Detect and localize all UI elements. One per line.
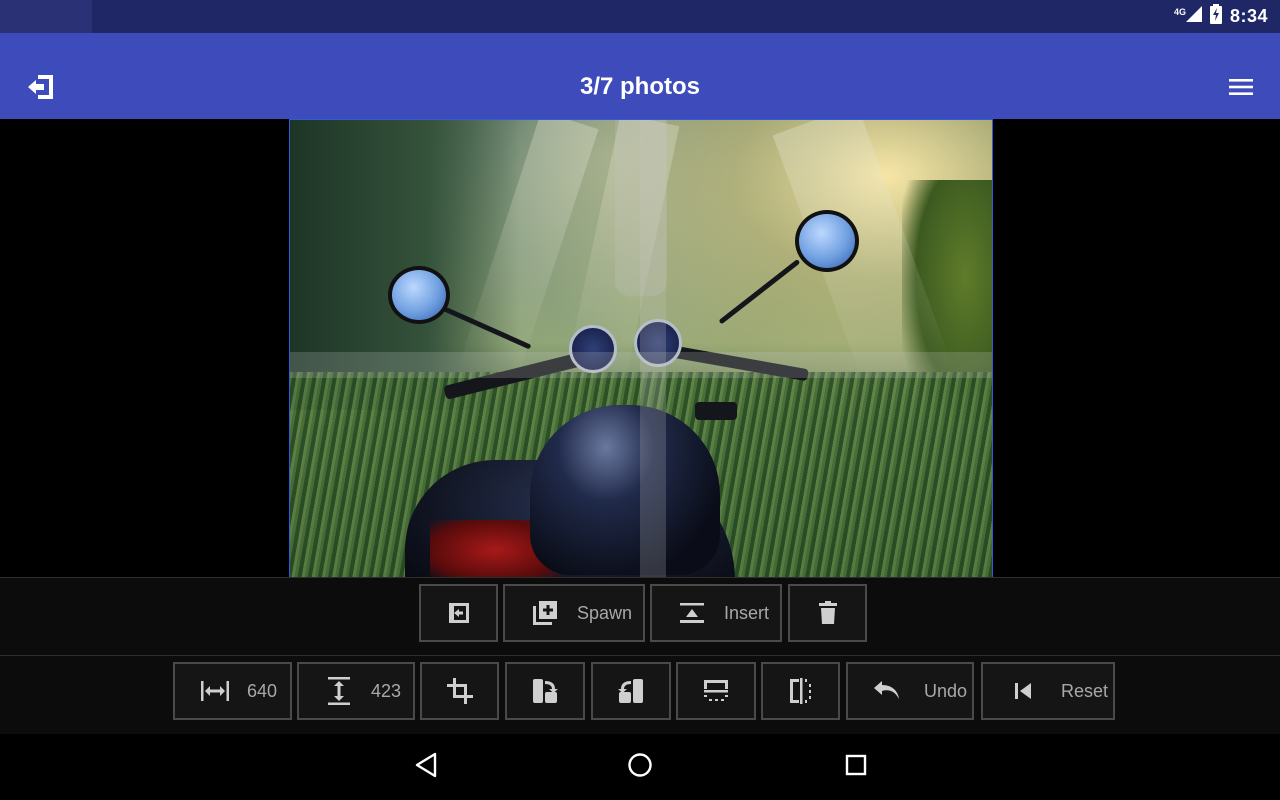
crop-button[interactable] xyxy=(420,662,499,720)
reset-label: Reset xyxy=(1061,680,1109,701)
network-type-label: 4G xyxy=(1173,6,1186,17)
height-value: 423 xyxy=(371,680,402,701)
reset-button[interactable]: Reset xyxy=(981,662,1115,720)
undo-icon xyxy=(870,673,906,709)
rotate-left-button[interactable] xyxy=(505,662,585,720)
toolbar-top: Spawn Insert xyxy=(0,577,1280,655)
crop-icon xyxy=(442,673,478,709)
mirror-right xyxy=(795,210,859,272)
spawn-label: Spawn xyxy=(577,602,633,623)
status-icons: 4G 8:34 xyxy=(1174,0,1268,33)
insert-button[interactable]: Insert xyxy=(650,584,782,642)
back-nav-icon xyxy=(414,752,438,783)
flip-horizontal-button[interactable] xyxy=(761,662,840,720)
rotate-right-icon xyxy=(613,673,649,709)
undo-label: Undo xyxy=(924,680,968,701)
undo-button[interactable]: Undo xyxy=(846,662,974,720)
spawn-button[interactable]: Spawn xyxy=(503,584,645,642)
app-bar: 3/7 photos xyxy=(0,33,1280,119)
height-icon xyxy=(321,673,357,709)
home-nav-icon xyxy=(627,752,653,783)
delete-icon xyxy=(810,595,846,631)
menu-icon xyxy=(1229,78,1253,101)
mirror-left xyxy=(388,266,450,324)
height-button[interactable]: 423 xyxy=(297,662,415,720)
back-to-list-icon xyxy=(441,595,477,631)
back-nav-button[interactable] xyxy=(411,752,441,782)
width-button[interactable]: 640 xyxy=(173,662,292,720)
motorcycle-tank xyxy=(530,405,720,575)
motorcycle-turn-signal xyxy=(695,402,737,420)
spawn-icon xyxy=(527,595,563,631)
width-icon xyxy=(197,673,233,709)
insert-icon xyxy=(674,595,710,631)
width-value: 640 xyxy=(247,680,278,701)
status-bar: 4G 8:34 xyxy=(0,0,1280,33)
crop-guide-horizontal[interactable] xyxy=(290,352,992,378)
page-title: 3/7 photos xyxy=(579,73,700,100)
signal-icon xyxy=(1185,6,1202,27)
flip-vertical-icon xyxy=(698,673,734,709)
reset-icon xyxy=(1005,673,1041,709)
photo-canvas[interactable] xyxy=(289,119,993,583)
recents-nav-button[interactable] xyxy=(841,752,871,782)
rotate-right-button[interactable] xyxy=(591,662,671,720)
mirror-stem-right xyxy=(718,258,801,325)
toolbar-bottom: 640 423 Undo Reset xyxy=(0,655,1280,734)
delete-button[interactable] xyxy=(788,584,867,642)
screen: 4G 8:34 3/7 photos Spawn Insert 640 423 … xyxy=(0,0,1280,800)
home-nav-button[interactable] xyxy=(625,752,655,782)
system-nav-bar xyxy=(0,734,1280,800)
rotate-left-icon xyxy=(527,673,563,709)
flip-vertical-button[interactable] xyxy=(676,662,756,720)
battery-charging-icon xyxy=(1209,4,1222,29)
clock: 8:34 xyxy=(1229,6,1268,26)
status-bar-notification-area xyxy=(0,0,92,33)
back-to-list-button[interactable] xyxy=(419,584,498,642)
menu-button[interactable] xyxy=(1220,71,1262,107)
insert-label: Insert xyxy=(724,602,770,623)
flip-horizontal-icon xyxy=(783,673,819,709)
recents-nav-icon xyxy=(844,753,868,782)
